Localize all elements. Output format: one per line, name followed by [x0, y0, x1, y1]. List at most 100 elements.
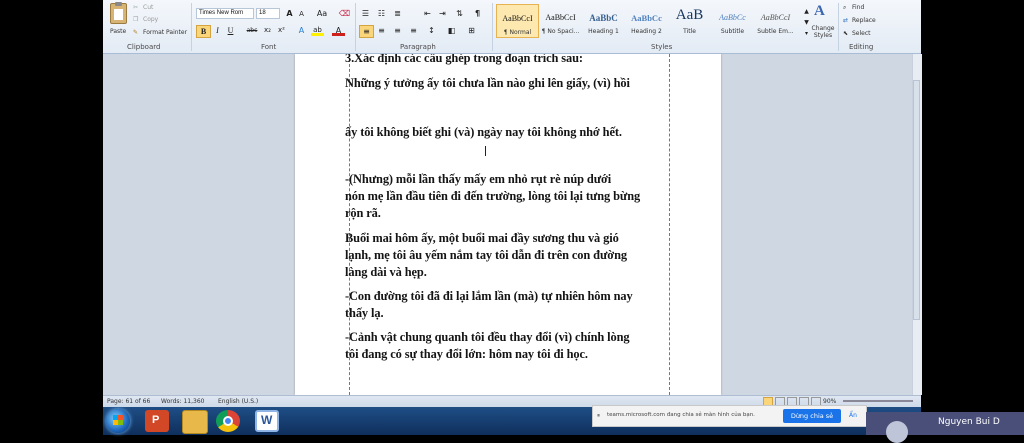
language-indicator[interactable]: English (U.S.) [218, 398, 258, 405]
style-preview: AaBbCcI [760, 13, 791, 22]
document-line[interactable]: ấy tôi không biết ghi (và) ngày nay tôi … [345, 125, 675, 140]
underline-button[interactable]: U [224, 25, 237, 36]
paste-button[interactable]: Paste [107, 2, 129, 41]
editing-group-label: Editing [849, 43, 874, 51]
style-normal[interactable]: AaBbCcI ¶ Normal [496, 4, 539, 38]
shading-icon[interactable]: ◧ [445, 25, 458, 36]
screen-share-notification: ⏸ teams.microsoft.com đang chia sẻ màn h… [592, 405, 867, 427]
clear-formatting-icon[interactable]: ⌫ [338, 8, 351, 19]
style-name: ¶ No Spaci... [541, 28, 580, 35]
font-size-combo[interactable]: 18 [256, 8, 280, 19]
change-case-button[interactable]: Aa [313, 8, 331, 19]
style-no-spaci[interactable]: AaBbCcI ¶ No Spaci... [539, 4, 582, 38]
document-line[interactable]: thấy lạ. [345, 306, 675, 321]
style-heading-2[interactable]: AaBbCc Heading 2 [625, 4, 668, 38]
paragraph-group-label: Paragraph [400, 43, 436, 51]
start-button[interactable] [106, 409, 130, 433]
subscript-button[interactable]: x₂ [261, 25, 274, 36]
document-line[interactable]: Buổi mai hôm ấy, một buổi mai đầy sương … [345, 231, 675, 246]
document-line[interactable]: Những ý tưởng ấy tôi chưa lần nào ghi lê… [345, 76, 675, 91]
word-count[interactable]: Words: 11,360 [161, 398, 204, 405]
copy-button[interactable]: ❐ Copy [133, 16, 173, 25]
document-line[interactable]: nón mẹ lần đầu tiên đi đến trường, lòng … [345, 189, 675, 204]
document-line[interactable]: -Cảnh vật chung quanh tôi đều thay đổi (… [345, 330, 675, 345]
align-left-icon[interactable]: ≡ [359, 25, 374, 38]
change-styles-label: Change Styles [811, 25, 835, 39]
style-preview: AaBbCcI [502, 14, 533, 23]
explorer-taskbar-icon[interactable] [182, 410, 208, 434]
show-marks-button[interactable]: ¶ [471, 8, 484, 19]
font-name-combo[interactable]: Times New Rom [196, 8, 254, 19]
chrome-taskbar-icon[interactable] [216, 410, 240, 432]
style-subtle-em[interactable]: AaBbCcI Subtle Em... [754, 4, 797, 38]
copy-icon: ❐ [133, 16, 139, 23]
zoom-level[interactable]: 90% [823, 398, 836, 405]
bold-button[interactable]: B [196, 25, 211, 38]
style-subtitle[interactable]: AaBbCc Subtitle [711, 4, 754, 38]
clipboard-icon [110, 2, 127, 24]
decrease-indent-icon[interactable]: ⇤ [421, 8, 434, 19]
document-line[interactable]: -(Nhưng) mỗi lần thấy mấy em nhỏ rụt rè … [345, 172, 675, 187]
cursor-icon: ⬉ [843, 30, 849, 37]
document-line[interactable]: làng dài và hẹp. [345, 265, 675, 280]
clipboard-group-label: Clipboard [127, 43, 161, 51]
font-group-label: Font [261, 43, 277, 51]
style-preview: AaB [675, 7, 704, 23]
italic-button[interactable]: I [211, 25, 224, 36]
align-center-icon[interactable]: ≡ [375, 25, 388, 36]
format-painter-button[interactable]: ✎ Format Painter [133, 29, 193, 38]
align-right-icon[interactable]: ≡ [391, 25, 404, 36]
font-color-button[interactable]: A [332, 25, 345, 36]
presenter-tile: Nguyen Bui D [866, 412, 1024, 443]
text-effects-button[interactable]: A [295, 25, 308, 36]
numbering-icon[interactable]: ☷ [375, 8, 388, 19]
find-button[interactable]: ⌕ Find [843, 4, 883, 13]
highlight-button[interactable]: ab [311, 25, 324, 36]
line-spacing-icon[interactable]: ↕ [425, 25, 438, 36]
replace-button[interactable]: ⇄ Replace [843, 17, 887, 26]
bullets-icon[interactable]: ☰ [359, 8, 372, 19]
pause-icon: ⏸ [597, 412, 601, 419]
replace-label: Replace [852, 17, 876, 24]
increase-indent-icon[interactable]: ⇥ [436, 8, 449, 19]
paste-label: Paste [110, 28, 127, 35]
document-line[interactable]: -Con đường tôi đã đi lại lắm lần (mà) tự… [345, 289, 675, 304]
style-preview: AaBbCc [719, 13, 746, 22]
select-button[interactable]: ⬉ Select [843, 30, 883, 39]
scissors-icon: ✂ [133, 4, 139, 11]
shrink-font-button[interactable]: A [295, 9, 308, 20]
hide-button[interactable]: Ẩn [849, 412, 857, 419]
superscript-button[interactable]: x² [275, 25, 288, 36]
style-heading-1[interactable]: AaBbC Heading 1 [582, 4, 625, 38]
change-styles-button[interactable]: A Change Styles [808, 3, 836, 43]
select-label: Select [852, 30, 871, 37]
document-line[interactable]: rộn rã. [345, 206, 675, 221]
replace-icon: ⇄ [843, 17, 849, 24]
document-line[interactable]: 3.Xác định các câu ghép trong đoạn trích… [345, 54, 675, 66]
zoom-slider[interactable] [843, 400, 913, 402]
ribbon: Paste ✂ Cut ❐ Copy ✎ Format Painter Clip… [103, 0, 921, 54]
document-line[interactable]: lạnh, mẹ tôi âu yếm nắm tay tôi dẫn đi t… [345, 248, 675, 263]
sort-icon[interactable]: ⇅ [453, 8, 466, 19]
scrollbar-thumb[interactable] [913, 80, 920, 320]
word-taskbar-icon[interactable]: W [255, 410, 279, 432]
document-page[interactable]: 3.Xác định các câu ghép trong đoạn trích… [295, 54, 721, 395]
borders-icon[interactable]: ⊞ [465, 25, 478, 36]
cut-label: Cut [143, 4, 154, 11]
style-name: Subtle Em... [757, 28, 794, 35]
style-preview: AaBbCcI [545, 13, 576, 22]
copy-label: Copy [143, 16, 159, 23]
document-line[interactable]: tôi đang có sự thay đổi lớn: hôm nay tôi… [345, 347, 675, 362]
windows-logo-icon [113, 415, 123, 425]
powerpoint-taskbar-icon[interactable]: P [145, 410, 169, 432]
change-styles-icon: A [814, 3, 825, 19]
justify-icon[interactable]: ≡ [407, 25, 420, 36]
multilevel-list-icon[interactable]: ≣ [391, 8, 404, 19]
stop-sharing-button[interactable]: Dừng chia sẻ [783, 409, 841, 423]
style-title[interactable]: AaB Title [668, 4, 711, 38]
cut-button[interactable]: ✂ Cut [133, 4, 173, 13]
page-count[interactable]: Page: 61 of 66 [107, 398, 150, 405]
strikethrough-button[interactable]: abc [244, 25, 260, 36]
avatar [886, 421, 908, 443]
style-name: Subtitle [720, 28, 745, 35]
